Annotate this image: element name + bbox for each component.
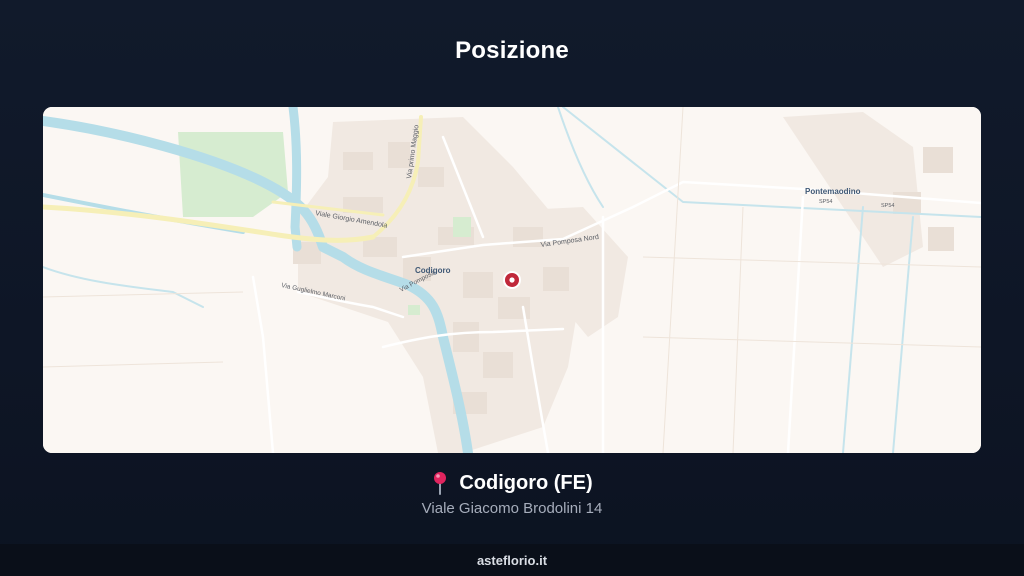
footer-brand: asteflorio.it [476, 552, 548, 568]
road-label-sp54-b: SP54 [881, 203, 894, 209]
location-heading: Codigoro (FE) [0, 471, 1024, 495]
footer: asteflorio.it [0, 544, 1024, 576]
location-name: Codigoro (FE) [459, 471, 593, 494]
map[interactable]: Viale Giorgio Amendola Via primo Maggio … [43, 107, 981, 453]
town-label-codigoro: Codigoro [415, 266, 451, 275]
village-label-pontemaodino: Pontemaodino [805, 187, 861, 196]
pushpin-icon [431, 471, 449, 495]
location-address: Viale Giacomo Brodolini 14 [421, 500, 603, 517]
location-marker-icon[interactable] [503, 271, 521, 289]
page-title: Posizione [455, 37, 569, 64]
road-label-sp54-a: SP54 [819, 199, 832, 205]
